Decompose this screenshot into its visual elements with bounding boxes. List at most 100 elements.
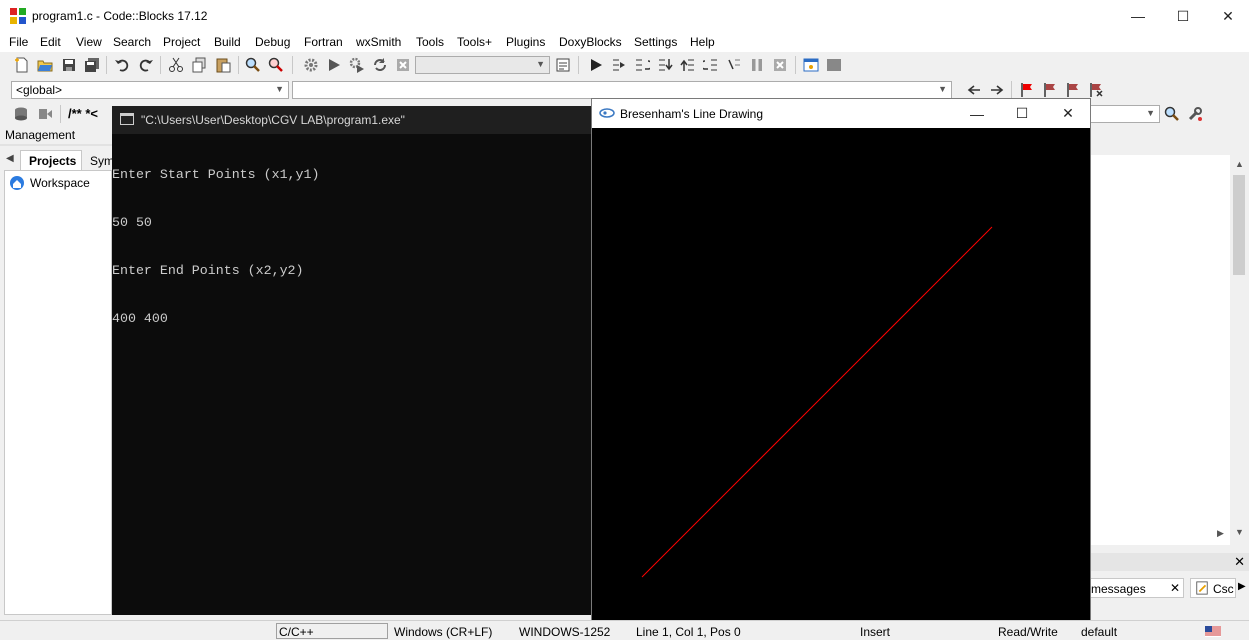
rebuild-icon[interactable] — [372, 57, 388, 73]
editor-vertical-scrollbar[interactable]: ▲ ▼ — [1230, 155, 1249, 545]
stop-debugger-icon[interactable] — [772, 57, 788, 73]
previous-bookmark-icon[interactable] — [1042, 82, 1058, 98]
tab-projects[interactable]: Projects — [20, 150, 82, 170]
next-instruction-icon[interactable] — [703, 57, 719, 73]
close-button[interactable]: ✕ — [1205, 0, 1249, 32]
open-folder-icon[interactable] — [37, 57, 53, 73]
scroll-right-icon[interactable]: ▶ — [1217, 528, 1224, 539]
logs-panel: ✕ messages ✕ Csc ▶ — [1090, 553, 1249, 615]
drawing-title: Bresenham's Line Drawing — [620, 107, 764, 121]
window-title: program1.c - Code::Blocks 17.12 — [32, 9, 208, 23]
chevron-down-icon: ▼ — [938, 84, 947, 94]
management-header: Management — [0, 128, 112, 144]
jump-back-icon[interactable] — [966, 82, 982, 98]
debug-continue-icon[interactable] — [588, 57, 604, 73]
menu-debug[interactable]: Debug — [255, 35, 290, 49]
menu-fortran[interactable]: Fortran — [304, 35, 343, 49]
menu-bar: File Edit View Search Project Build Debu… — [0, 32, 1249, 52]
workspace-icon — [10, 176, 24, 190]
step-into-icon[interactable] — [657, 57, 673, 73]
replace-icon[interactable] — [268, 57, 284, 73]
menu-help[interactable]: Help — [690, 35, 715, 49]
minimize-button[interactable]: — — [954, 99, 1000, 128]
various-info-icon[interactable] — [826, 57, 842, 73]
function-combo[interactable]: ▼ — [292, 81, 952, 99]
next-bookmark-icon[interactable] — [1065, 82, 1081, 98]
undo-icon[interactable] — [114, 57, 130, 73]
debug-windows-icon[interactable] — [803, 57, 819, 73]
save-all-icon[interactable] — [84, 57, 100, 73]
close-button[interactable]: ✕ — [1045, 99, 1091, 128]
redo-icon[interactable] — [138, 57, 154, 73]
console-window[interactable]: "C:\Users\User\Desktop\CGV LAB\program1.… — [112, 106, 592, 615]
build-target-combo[interactable]: ▼ — [415, 56, 550, 74]
menu-search[interactable]: Search — [113, 35, 151, 49]
new-file-icon[interactable] — [14, 57, 30, 73]
tab-symbols[interactable]: Sym — [84, 152, 112, 170]
menu-wxsmith[interactable]: wxSmith — [356, 35, 401, 49]
insert-comment-button[interactable]: /** *< — [68, 106, 98, 121]
search-icon[interactable] — [1164, 106, 1180, 122]
editor-area[interactable]: ▲ ▼ ▶ — [1090, 155, 1249, 545]
tab-cscope[interactable]: Csc — [1190, 578, 1236, 598]
menu-project[interactable]: Project — [163, 35, 200, 49]
next-line-icon[interactable] — [634, 57, 650, 73]
tab-scroll-left-icon[interactable]: ◀ — [6, 153, 14, 164]
run-to-cursor-icon[interactable] — [611, 57, 627, 73]
menu-file[interactable]: File — [9, 35, 28, 49]
menu-build[interactable]: Build — [214, 35, 241, 49]
status-profile: default — [1081, 625, 1118, 639]
copy-icon[interactable] — [191, 57, 207, 73]
glut-app-icon — [599, 108, 615, 118]
menu-tools[interactable]: Tools — [416, 35, 444, 49]
menu-settings[interactable]: Settings — [634, 35, 677, 49]
abort-icon[interactable] — [395, 57, 411, 73]
settings-wrench-icon[interactable] — [1187, 106, 1203, 122]
menu-view[interactable]: View — [76, 35, 102, 49]
project-tree: Workspace — [4, 170, 112, 615]
pause-icon[interactable] — [749, 57, 765, 73]
run-icon[interactable] — [326, 57, 342, 73]
console-line: 50 50 — [112, 215, 152, 230]
find-icon[interactable] — [245, 57, 261, 73]
step-out-icon[interactable] — [680, 57, 696, 73]
status-language: C/C++ — [279, 625, 314, 639]
splitter[interactable] — [1090, 545, 1249, 553]
drawing-canvas — [592, 128, 1090, 627]
menu-tools-plus[interactable]: Tools+ — [457, 35, 492, 49]
paste-icon[interactable] — [215, 57, 231, 73]
scrollbar-thumb[interactable] — [1233, 175, 1245, 275]
maximize-button[interactable]: ☐ — [999, 99, 1045, 128]
clear-bookmarks-icon[interactable] — [1088, 82, 1104, 98]
search-combo[interactable]: ▼ — [1088, 105, 1160, 123]
menu-plugins[interactable]: Plugins — [506, 35, 545, 49]
console-line: Enter End Points (x2,y2) — [112, 263, 304, 278]
maximize-button[interactable]: ☐ — [1160, 0, 1206, 32]
tree-item-workspace[interactable]: Workspace — [9, 175, 90, 191]
jump-forward-icon[interactable] — [989, 82, 1005, 98]
minimize-button[interactable]: — — [1115, 0, 1161, 32]
step-instruction-icon[interactable] — [726, 57, 742, 73]
menu-edit[interactable]: Edit — [40, 35, 61, 49]
toolbar-separator — [238, 56, 239, 74]
build-gear-icon[interactable] — [303, 57, 319, 73]
scroll-up-icon[interactable]: ▲ — [1235, 159, 1244, 169]
build-and-run-icon[interactable] — [349, 57, 365, 73]
close-icon[interactable]: ✕ — [1234, 554, 1245, 570]
close-icon[interactable]: ✕ — [1170, 581, 1180, 595]
main-titlebar: program1.c - Code::Blocks 17.12 — ☐ ✕ — [0, 0, 1249, 32]
scope-combo[interactable]: <global> ▼ — [11, 81, 289, 99]
doxywizard-icon[interactable] — [13, 106, 29, 122]
cut-icon[interactable] — [168, 57, 184, 73]
drawing-window[interactable]: Bresenham's Line Drawing — ☐ ✕ — [591, 98, 1091, 628]
menu-doxyblocks[interactable]: DoxyBlocks — [559, 35, 622, 49]
target-options-icon[interactable] — [555, 57, 571, 73]
save-icon[interactable] — [61, 57, 77, 73]
console-titlebar: "C:\Users\User\Desktop\CGV LAB\program1.… — [112, 106, 592, 134]
scroll-down-icon[interactable]: ▼ — [1235, 527, 1244, 537]
tab-scroll-right-icon[interactable]: ▶ — [1238, 581, 1246, 592]
tab-build-messages[interactable]: messages ✕ — [1090, 578, 1184, 598]
toggle-bookmark-icon[interactable] — [1019, 82, 1035, 98]
toolbar-separator — [292, 56, 293, 74]
extract-docs-icon[interactable] — [37, 106, 53, 122]
